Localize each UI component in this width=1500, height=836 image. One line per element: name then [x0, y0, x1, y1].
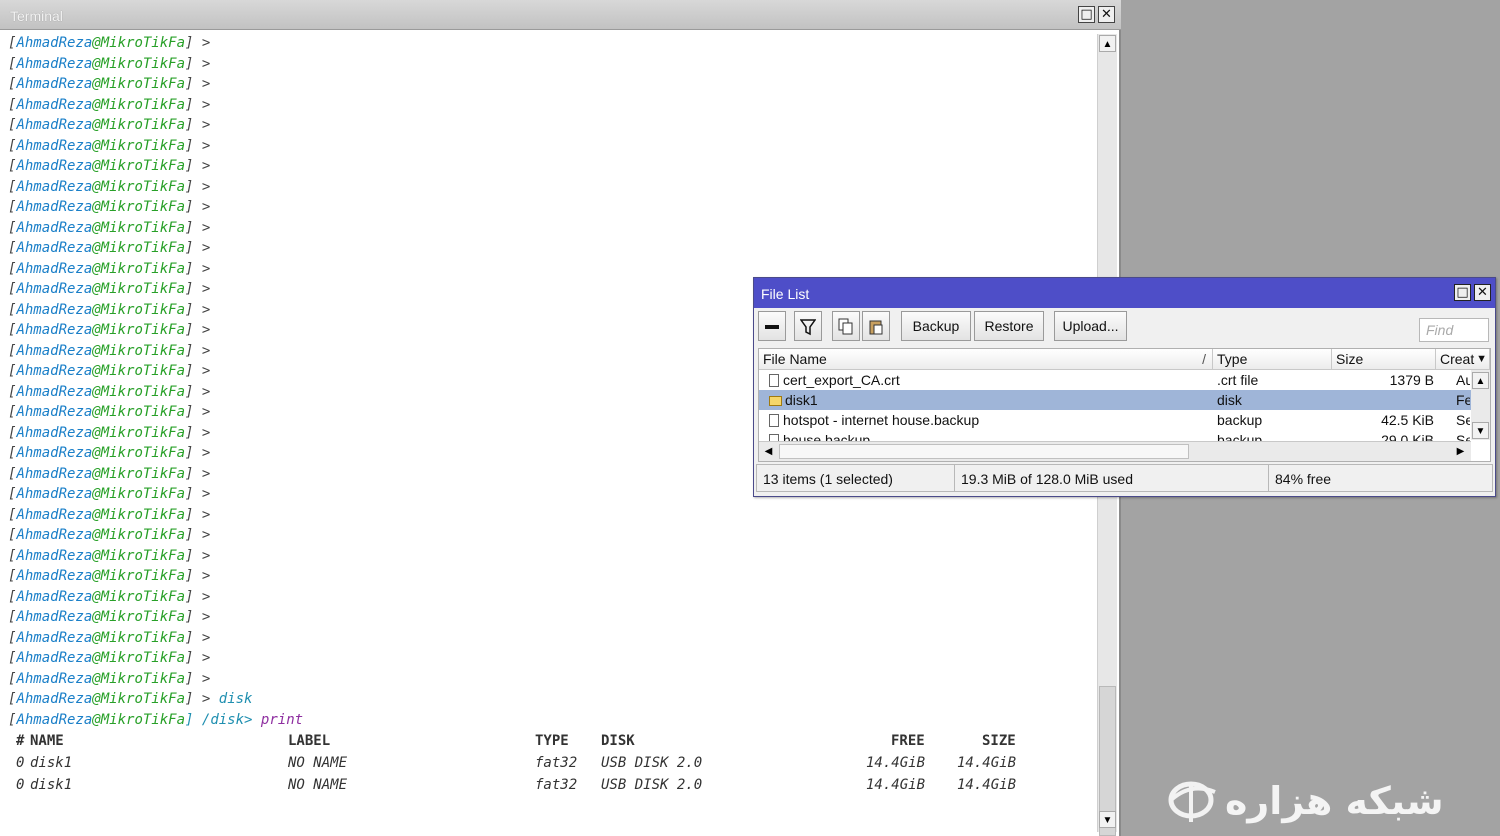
column-header-size[interactable]: Size	[1332, 349, 1436, 370]
file-name-cell: house.backup	[769, 430, 1209, 441]
prompt-line: [AhmadReza@MikroTikFa] >	[8, 178, 211, 195]
file-type-cell: .crt file	[1217, 372, 1259, 388]
file-size-cell: 42.5 KiB	[1381, 412, 1434, 428]
watermark-text: شبکه هزاره	[1225, 779, 1444, 823]
prompt-line: [AhmadReza@MikroTikFa] >	[8, 260, 211, 277]
prompt-line: [AhmadReza@MikroTikFa] >	[8, 35, 211, 51]
file-icon	[769, 414, 779, 427]
file-row[interactable]: hotspot - internet house.backup backup 4…	[759, 410, 1490, 430]
scrollbar-thumb[interactable]	[779, 444, 1189, 459]
terminal-title: Terminal	[10, 8, 63, 24]
file-created-cell: Se	[1456, 432, 1470, 441]
status-disk-free: 84% free	[1268, 464, 1493, 492]
command-text: disk	[218, 691, 253, 707]
file-created-cell: Se	[1456, 412, 1470, 428]
prompt-line-print: [AhmadReza@MikroTikFa] /disk> print	[8, 711, 304, 728]
file-name-cell: disk1	[769, 390, 1209, 410]
file-list-window: File List □ ✕ Backup Restore Upload... F…	[753, 277, 1496, 497]
prompt-line-disk: [AhmadReza@MikroTikFa] > disk	[8, 691, 253, 707]
file-table-horizontal-scrollbar[interactable]: ◀ ▶	[759, 441, 1471, 461]
column-header-type[interactable]: Type	[1213, 349, 1332, 370]
file-name-cell: hotspot - internet house.backup	[769, 410, 1209, 430]
sort-indicator: /	[1202, 351, 1206, 367]
watermark-logo: شبکه هزاره	[1165, 774, 1485, 830]
close-icon[interactable]: ✕	[1098, 6, 1115, 23]
file-type-cell: disk	[1217, 392, 1242, 408]
prompt-line: [AhmadReza@MikroTikFa] >	[8, 588, 211, 605]
logo-emblem-icon	[1168, 781, 1216, 822]
file-name-cell: cert_export_CA.crt	[769, 370, 1209, 390]
prompt-line: [AhmadReza@MikroTikFa] >	[8, 568, 211, 584]
column-header-file-name[interactable]: File Name /	[759, 349, 1213, 370]
folder-icon	[769, 396, 782, 406]
status-item-count: 13 items (1 selected)	[756, 464, 956, 492]
prompt-line: [AhmadReza@MikroTikFa] >	[8, 199, 211, 215]
prompt-line: [AhmadReza@MikroTikFa] >	[8, 117, 211, 133]
file-created-cell: Au	[1456, 372, 1470, 388]
file-type-cell: backup	[1217, 412, 1263, 428]
prompt-line: [AhmadReza@MikroTikFa] >	[8, 547, 211, 564]
prompt-line: [AhmadReza@MikroTikFa] >	[8, 158, 211, 174]
disk-table-row: 0 disk1 NO NAME fat32 USB DISK 2.0 14.4G…	[16, 777, 1017, 793]
file-table-vertical-scrollbar[interactable]: ▲ ▼	[1471, 370, 1490, 440]
file-row-selected[interactable]: disk1 disk Fe	[759, 390, 1490, 410]
maximize-icon[interactable]: □	[1454, 284, 1471, 301]
file-list-title: File List	[761, 286, 810, 302]
paste-button[interactable]	[862, 311, 890, 341]
copy-icon	[838, 318, 853, 335]
prompt-line: [AhmadReza@MikroTikFa] >	[8, 55, 211, 72]
restore-button[interactable]: Restore	[974, 311, 1044, 341]
prompt-line: [AhmadReza@MikroTikFa] >	[8, 506, 211, 523]
command-text: print	[260, 711, 304, 728]
prompt-line: [AhmadReza@MikroTikFa] >	[8, 650, 211, 666]
file-table: File Name / Type Size Creat ▼ cert_expor…	[758, 348, 1491, 462]
file-icon	[769, 434, 779, 441]
terminal-titlebar[interactable]: Terminal □ ✕	[0, 0, 1121, 30]
upload-button[interactable]: Upload...	[1054, 311, 1127, 341]
prompt-line: [AhmadReza@MikroTikFa] >	[8, 137, 211, 154]
file-type-cell: backup	[1217, 432, 1263, 441]
minus-icon	[765, 325, 779, 330]
scroll-up-arrow-icon[interactable]: ▲	[1099, 35, 1116, 52]
prompt-line: [AhmadReza@MikroTikFa] >	[8, 629, 211, 646]
find-input[interactable]: Find	[1419, 318, 1489, 342]
prompt-line: [AhmadReza@MikroTikFa] >	[8, 527, 211, 543]
file-size-cell: 1379 B	[1389, 372, 1434, 388]
backup-button[interactable]: Backup	[901, 311, 971, 341]
prompt-line: [AhmadReza@MikroTikFa] >	[8, 240, 211, 256]
file-row[interactable]: house.backup backup 29.0 KiB Se	[759, 430, 1490, 441]
file-size-cell: 29.0 KiB	[1381, 432, 1434, 441]
prompt-line: [AhmadReza@MikroTikFa] >	[8, 609, 211, 625]
file-row[interactable]: cert_export_CA.crt .crt file 1379 B Au	[759, 370, 1490, 390]
close-icon[interactable]: ✕	[1474, 284, 1491, 301]
disk-table-header: # NAME LABEL TYPE DISK FREE SIZE	[16, 733, 1016, 749]
remove-button[interactable]	[758, 311, 786, 341]
scroll-right-arrow-icon[interactable]: ▶	[1452, 443, 1469, 460]
prompt-line: [AhmadReza@MikroTikFa] >	[8, 219, 211, 236]
column-header-created[interactable]: Creat ▼	[1436, 349, 1490, 370]
column-dropdown-icon: ▼	[1476, 353, 1487, 365]
filter-icon	[799, 319, 817, 336]
prompt-line: [AhmadReza@MikroTikFa] >	[8, 76, 211, 92]
scroll-down-arrow-icon[interactable]: ▼	[1472, 422, 1489, 439]
scroll-left-arrow-icon[interactable]: ◀	[760, 443, 777, 460]
scroll-up-arrow-icon[interactable]: ▲	[1472, 372, 1489, 389]
maximize-icon[interactable]: □	[1078, 6, 1095, 23]
prompt-line: [AhmadReza@MikroTikFa] >	[8, 670, 211, 687]
file-list-titlebar[interactable]: File List □ ✕	[754, 278, 1495, 308]
scroll-down-arrow-icon[interactable]: ▼	[1099, 811, 1116, 828]
copy-button[interactable]	[832, 311, 860, 341]
prompt-line: [AhmadReza@MikroTikFa] >	[8, 96, 211, 113]
disk-table-row: 0 disk1 NO NAME fat32 USB DISK 2.0 14.4G…	[16, 755, 1017, 771]
file-created-cell: Fe	[1456, 392, 1470, 408]
filter-button[interactable]	[794, 311, 822, 341]
file-icon	[769, 374, 779, 387]
status-disk-used: 19.3 MiB of 128.0 MiB used	[954, 464, 1270, 492]
paste-icon	[869, 320, 883, 335]
